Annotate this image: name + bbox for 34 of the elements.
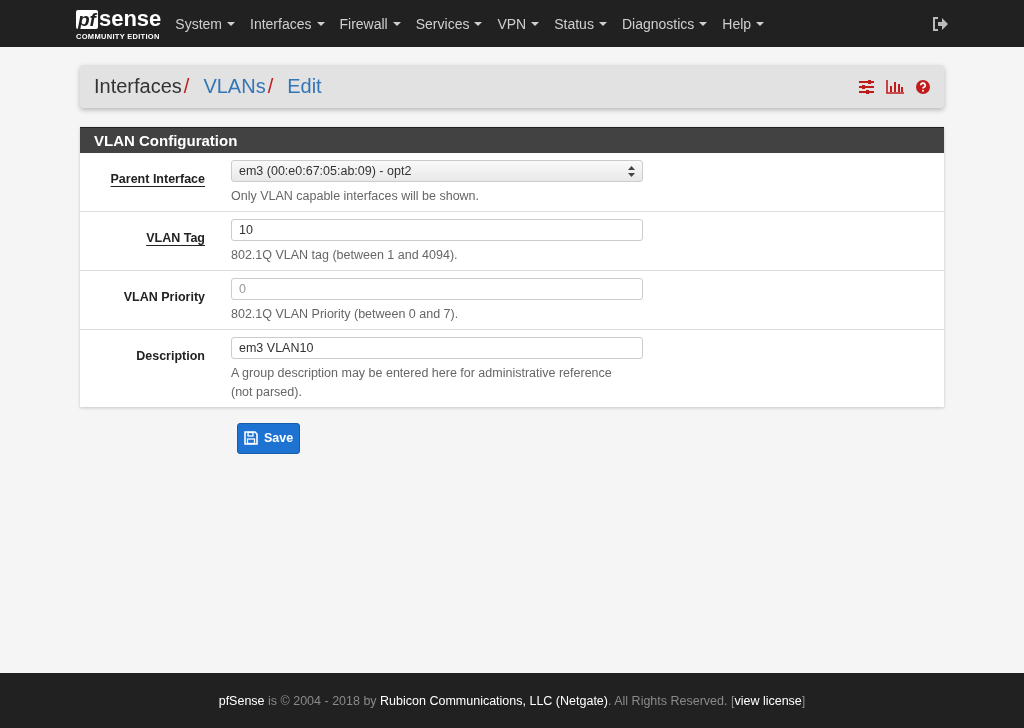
nav-menu[interactable]: VPN — [497, 15, 540, 32]
field-label: VLAN Priority — [123, 290, 205, 305]
breadcrumb-separator: / — [267, 75, 274, 98]
help-icon[interactable] — [916, 79, 930, 94]
field-label: VLAN Tag — [146, 231, 205, 246]
page-title: Interfaces — [94, 75, 182, 98]
panel-title: VLAN Configuration — [80, 127, 944, 153]
select-dropdown[interactable]: em3 (00:e0:67:05:ab:09) - opt2 — [231, 160, 643, 182]
logout-icon[interactable] — [932, 16, 948, 31]
breadcrumb-link[interactable]: Edit — [287, 75, 322, 98]
breadcrumb-link[interactable]: VLANs — [203, 75, 266, 98]
nav-menu[interactable]: Status — [554, 15, 607, 32]
input-field[interactable]: 10 — [231, 219, 643, 242]
help-text: Only VLAN capable interfaces will be shown. — [231, 188, 481, 205]
field-label: Parent Interface — [110, 172, 205, 186]
nav-menu[interactable]: Services — [415, 15, 483, 32]
save-button[interactable]: Save — [237, 422, 301, 454]
updown-arrows-icon — [628, 165, 635, 177]
copyright-text: pfSense is © 2004 - 2018 by Rubicon Communications, LLC (Netgate). All Rights Reserved. [view license] — [218, 693, 806, 708]
nav-menu[interactable]: Help — [722, 15, 765, 32]
breadcrumb-separator: / — [183, 75, 190, 98]
input-field[interactable]: em3 VLAN10 — [231, 337, 643, 360]
help-text: 802.1Q VLAN tag (between 1 and 4094). — [231, 247, 459, 265]
nav-menu[interactable]: Firewall — [339, 15, 401, 32]
nav-menu[interactable]: Interfaces — [250, 15, 325, 32]
sliders-icon[interactable] — [859, 79, 874, 94]
nav-menu[interactable]: Diagnostics — [621, 15, 708, 32]
nav-menu[interactable]: System — [175, 15, 235, 32]
bar-chart-icon[interactable] — [886, 79, 904, 94]
license-link[interactable]: view license — [734, 693, 802, 708]
input-field[interactable]: 0 — [231, 278, 643, 301]
field-label: Description — [136, 349, 205, 364]
help-text: 802.1Q VLAN Priority (between 0 and 7). — [231, 306, 460, 324]
help-text: A group description may be entered here for administrative reference (not parsed). — [231, 365, 613, 401]
